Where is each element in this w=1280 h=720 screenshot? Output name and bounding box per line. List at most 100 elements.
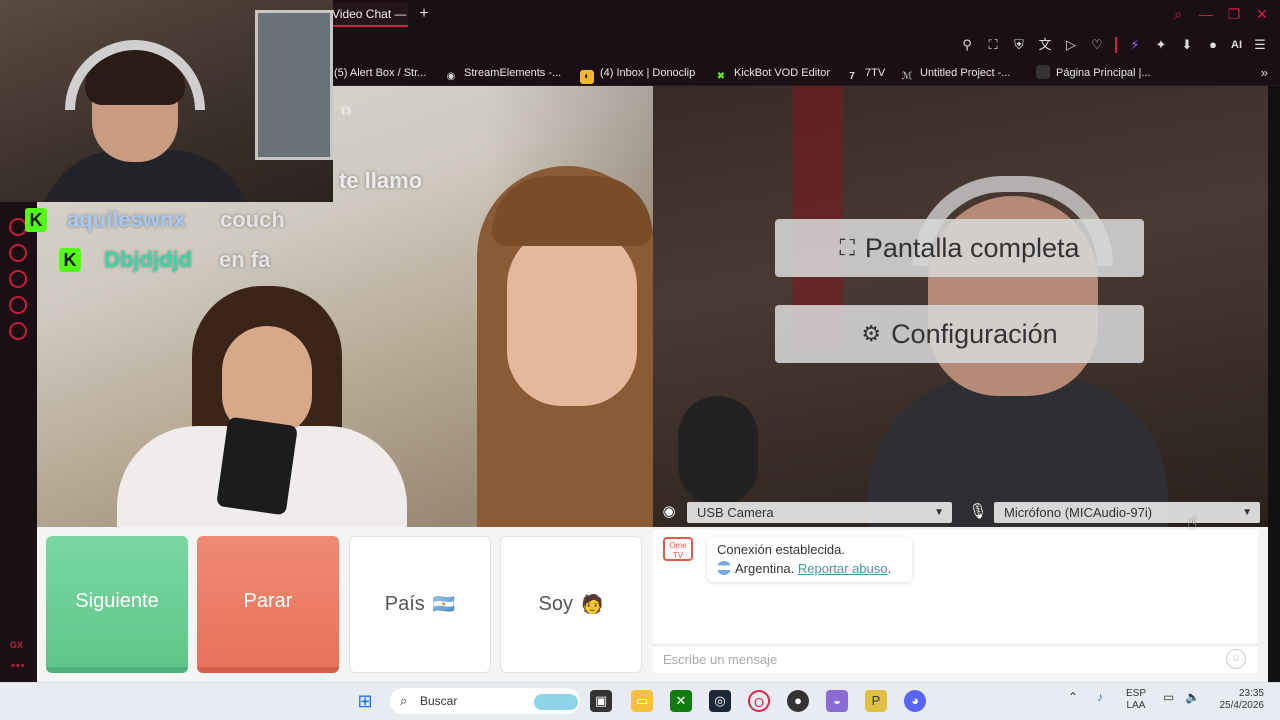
clock-date: 25/4/2026 xyxy=(1219,700,1265,711)
donoclip-icon: ◐ xyxy=(580,70,594,84)
bookmark-label: StreamElements -... xyxy=(464,67,562,79)
overlay-partial-text: te llamo xyxy=(339,168,423,193)
bookmark-item[interactable]: ℳ Untitled Project -... xyxy=(900,60,1011,86)
new-tab-button[interactable]: + xyxy=(414,4,434,24)
task-view-icon[interactable]: ▣ xyxy=(590,690,612,712)
expand-icon[interactable]: ⧉ xyxy=(334,100,358,120)
streamelements-icon: ◉ xyxy=(446,71,456,82)
window-controls: ⌕ — ❐ ✕ xyxy=(1170,4,1270,24)
close-button[interactable]: ✕ xyxy=(1254,4,1270,24)
translate-icon[interactable]: 文 xyxy=(1037,35,1053,55)
gx-label: GX xyxy=(10,640,24,650)
settings-label: Configuración xyxy=(891,318,1058,349)
bookmark-item[interactable]: ◐ (4) Inbox | Donoclip xyxy=(580,60,695,86)
microphone-select[interactable]: Micrófono (MICAudio-97i) ▼ xyxy=(994,502,1260,523)
bookmark-label: 7TV xyxy=(865,67,886,79)
editor-app-icon[interactable]: P xyxy=(865,690,887,712)
stream-chat-message: K aquileswnx couch xyxy=(25,206,325,236)
volume-icon[interactable]: 🔈 xyxy=(1185,690,1200,704)
profile-icon[interactable]: ● xyxy=(1205,35,1221,55)
connection-status: Conexión establecida. xyxy=(717,542,845,557)
discord-icon[interactable]: ◕ xyxy=(904,690,926,712)
network-icon[interactable]: ▭ xyxy=(1163,690,1174,704)
search-icon: ⌕ xyxy=(400,693,408,708)
obs-icon[interactable]: ● xyxy=(787,690,809,712)
gender-button[interactable]: Soy 🧑 xyxy=(500,536,642,673)
weather-widget-icon[interactable] xyxy=(534,694,578,710)
restore-button[interactable]: ❐ xyxy=(1226,4,1242,24)
ometv-logo: Ome TV xyxy=(663,537,693,561)
more-icon[interactable]: ••• xyxy=(11,660,26,672)
report-abuse-link[interactable]: Reportar abuso xyxy=(798,561,888,576)
streamer-webcam xyxy=(0,0,333,202)
partner-country: Argentina. xyxy=(735,561,795,576)
extensions-sidebar-icon[interactable] xyxy=(9,296,27,314)
boy-avatar-icon: 🧑 xyxy=(581,594,604,614)
keyboard-layout: LAA xyxy=(1126,700,1146,711)
headphones-image xyxy=(65,40,205,110)
fullscreen-button[interactable]: ⛶ Pantalla completa xyxy=(775,219,1144,277)
camera-select[interactable]: USB Camera ▼ xyxy=(687,502,952,523)
opera-gx-icon[interactable]: O xyxy=(748,690,770,712)
report-suffix: . xyxy=(887,561,892,576)
bookmark-item[interactable]: (5) Alert Box / Str... xyxy=(334,60,426,86)
camera-select-value: USB Camera xyxy=(697,505,774,520)
stream-chat-message: K Dbjdjdjd en fa xyxy=(25,246,325,276)
next-button[interactable]: Siguiente xyxy=(46,536,188,673)
settings-button[interactable]: ⚙ Configuración xyxy=(775,305,1144,363)
bookmark-item[interactable]: 7 7TV xyxy=(845,60,885,86)
chat-message-text: couch xyxy=(220,207,285,232)
next-label: Siguiente xyxy=(75,590,159,612)
heart-icon[interactable]: ♡ xyxy=(1089,35,1105,55)
chat-username: Dbjdjdjd xyxy=(104,247,192,272)
stop-label: Parar xyxy=(243,590,293,612)
kickbot-icon: ✖ xyxy=(716,71,726,82)
bookmark-label: (5) Alert Box / Str... xyxy=(334,67,427,79)
snapshot-icon[interactable]: ⛶ xyxy=(985,35,1001,55)
download-icon[interactable]: ⬇ xyxy=(1179,35,1195,55)
file-explorer-icon[interactable]: ▭ xyxy=(631,690,653,712)
message-input[interactable]: Escribe un mensaje xyxy=(653,645,1258,673)
bookmark-item[interactable]: ◉ StreamElements -... xyxy=(444,60,562,86)
bookmark-item[interactable]: ✖ KickBot VOD Editor xyxy=(714,60,830,86)
pin-icon[interactable]: ⚲ xyxy=(959,35,975,55)
extensions-icon[interactable]: ✦ xyxy=(1153,35,1169,55)
gender-label: Soy xyxy=(538,593,574,615)
stop-button[interactable]: Parar xyxy=(197,536,339,673)
chevron-down-icon: ▼ xyxy=(934,507,944,518)
windows-start-icon[interactable]: ⊞ xyxy=(354,690,376,712)
settings-icon[interactable] xyxy=(9,322,27,340)
language-indicator[interactable]: ESP LAA xyxy=(1126,688,1146,712)
argentina-flag-icon xyxy=(717,561,731,575)
stranger-person-right xyxy=(452,166,653,527)
emoji-icon[interactable]: ☺ xyxy=(1226,649,1246,669)
7tv-icon: 7 xyxy=(849,71,855,82)
chevron-up-icon[interactable]: ⌃ xyxy=(1068,690,1078,704)
mouse-cursor-icon: ☝ xyxy=(1187,515,1197,532)
mic-tray-icon[interactable]: ♪ xyxy=(1097,690,1103,704)
bookmarks-overflow-icon[interactable]: » xyxy=(1261,60,1268,86)
tab-video-chat[interactable]: Video Chat — xyxy=(328,3,408,27)
search-placeholder: Buscar xyxy=(420,694,458,708)
argentina-flag-icon: 🇦🇷 xyxy=(432,594,456,614)
search-icon[interactable]: ⌕ xyxy=(1170,4,1186,24)
chat-app-icon[interactable]: ◒ xyxy=(826,690,848,712)
xbox-icon[interactable]: ✕ xyxy=(670,690,692,712)
bookmark-item[interactable]: Página Principal |... xyxy=(1036,60,1151,86)
toolbar-divider xyxy=(1115,37,1117,53)
bookmark-label: Página Principal |... xyxy=(1056,67,1151,79)
shield-icon[interactable]: ⛨ xyxy=(1011,35,1027,55)
play-icon[interactable]: ▷ xyxy=(1063,35,1079,55)
chat-username: aquileswnx xyxy=(67,207,186,232)
twitch-extension-icon[interactable]: ⚡ xyxy=(1127,35,1143,55)
fullscreen-icon: ⛶ xyxy=(839,235,855,260)
menu-icon[interactable]: ☰ xyxy=(1252,35,1268,55)
clock[interactable]: 23:35 25/4/2026 xyxy=(1208,688,1265,712)
ai-button[interactable]: AI xyxy=(1231,35,1242,55)
microphone-select-value: Micrófono (MICAudio-97i) xyxy=(1004,505,1153,520)
clock-time: 23:35 xyxy=(1238,688,1264,699)
minimize-button[interactable]: — xyxy=(1198,4,1214,24)
steam-icon[interactable]: ◎ xyxy=(709,690,731,712)
country-button[interactable]: País 🇦🇷 xyxy=(349,536,491,673)
bookmark-label: Untitled Project -... xyxy=(920,67,1011,79)
